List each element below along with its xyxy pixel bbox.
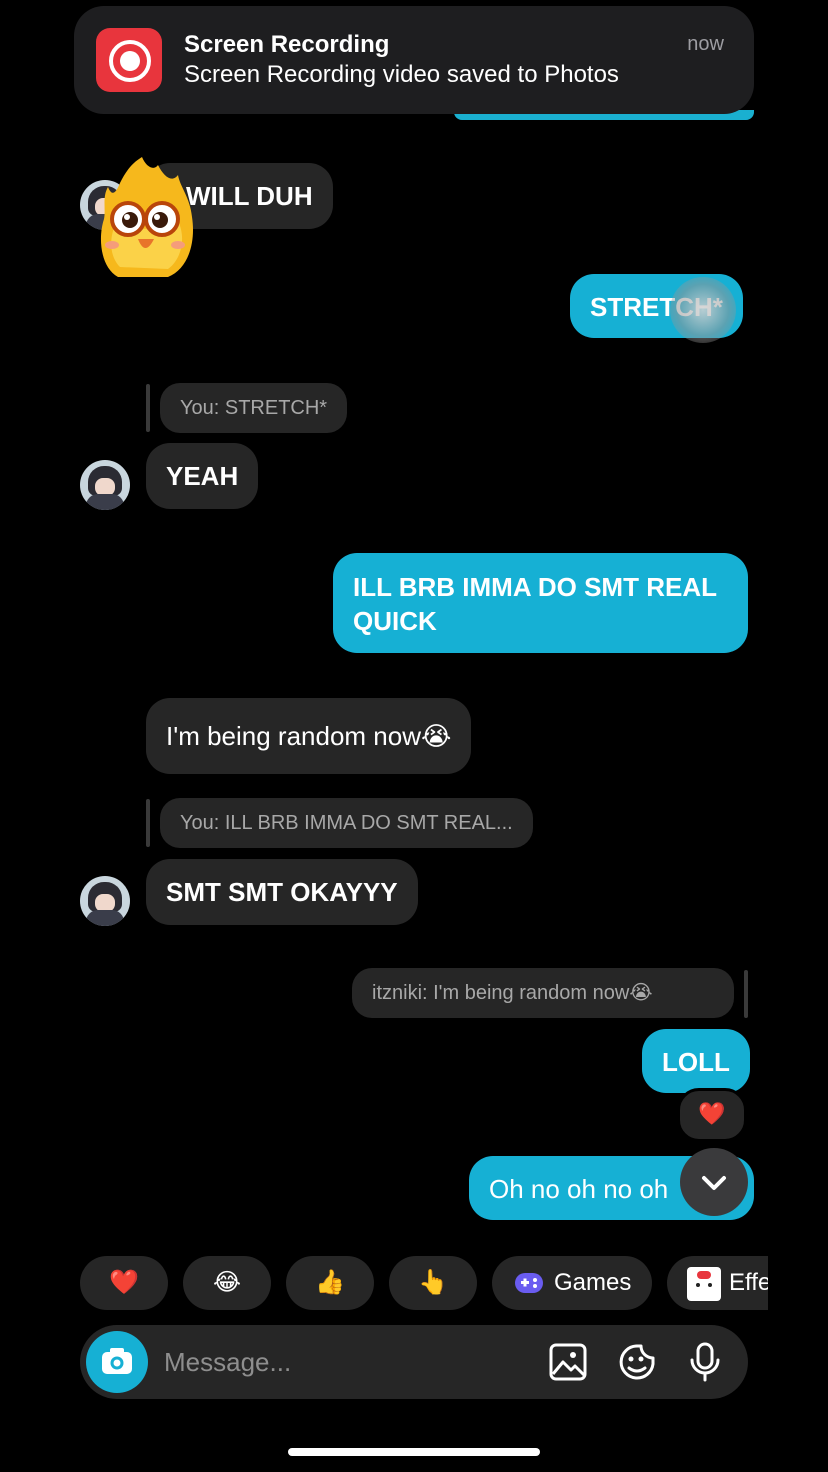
quick-reaction-thumbs-up[interactable]: 👍 xyxy=(286,1256,374,1310)
message-input[interactable]: Message... xyxy=(164,1325,291,1399)
notification-body: Screen Recording video saved to Photos xyxy=(184,61,619,88)
message-text: YEAH xyxy=(166,461,239,491)
heart-reaction[interactable]: ❤️ xyxy=(677,1088,747,1142)
message-placeholder: Message... xyxy=(164,1347,292,1377)
avatar[interactable] xyxy=(80,460,130,510)
message-text: LOLL xyxy=(662,1047,730,1077)
reply-bar xyxy=(744,970,748,1018)
reaction-emoji: ❤️ xyxy=(698,1101,726,1126)
home-indicator[interactable] xyxy=(288,1448,540,1456)
thumbs-up-emoji: 👍 xyxy=(315,1269,345,1296)
incoming-message[interactable]: SMT SMT OKAYYY xyxy=(146,859,418,925)
avatar[interactable] xyxy=(80,876,130,926)
reply-text: You: ILL BRB IMMA DO SMT REAL... xyxy=(180,812,513,834)
reply-preview[interactable]: You: STRETCH* xyxy=(160,383,348,433)
effects-label: Effe xyxy=(729,1269,768,1296)
reply-preview[interactable]: You: ILL BRB IMMA DO SMT REAL... xyxy=(160,798,533,848)
reply-text: itzniki: I'm being random now😭 xyxy=(372,982,653,1004)
incoming-message[interactable]: I'm being random now😭 xyxy=(146,698,472,774)
message-text: SMT SMT OKAYYY xyxy=(166,877,398,907)
reply-preview[interactable]: itzniki: I'm being random now😭 xyxy=(352,968,734,1018)
message-text: I'm being random now😭 xyxy=(166,721,452,751)
effects-icon xyxy=(687,1267,721,1301)
chat-screen: WILL DUH STRETCH* You: STRETCH* YEAH ILL… xyxy=(62,0,768,1472)
message-composer: Message... xyxy=(80,1325,748,1399)
games-label: Games xyxy=(554,1269,632,1296)
quick-reaction-laugh[interactable]: 😂 xyxy=(183,1256,271,1310)
scroll-to-bottom-button[interactable] xyxy=(680,1148,748,1216)
camera-icon xyxy=(102,1348,132,1374)
reply-bar xyxy=(146,384,150,432)
quick-reaction-heart[interactable]: ❤️ xyxy=(80,1256,168,1310)
message-text: ILL BRB IMMA DO SMT REAL QUICK xyxy=(353,572,717,636)
camera-button[interactable] xyxy=(86,1331,148,1393)
notification-time: now xyxy=(687,33,724,55)
point-up-emoji: 👆 xyxy=(418,1269,448,1296)
reply-bar xyxy=(146,799,150,847)
incoming-message[interactable]: YEAH xyxy=(146,443,259,509)
effects-button[interactable]: Effe xyxy=(667,1256,768,1310)
heart-emoji: ❤️ xyxy=(109,1269,139,1296)
microphone-icon[interactable] xyxy=(685,1342,725,1382)
quick-reaction-point-up[interactable]: 👆 xyxy=(389,1256,477,1310)
gallery-icon[interactable] xyxy=(548,1342,588,1382)
touch-indicator xyxy=(670,277,736,343)
screen-recording-notification[interactable]: Screen Recording Screen Recording video … xyxy=(74,6,754,114)
notification-title: Screen Recording xyxy=(184,31,390,58)
games-button[interactable]: Games xyxy=(492,1256,652,1310)
message-text: Oh no oh no oh xyxy=(489,1174,669,1204)
outgoing-message[interactable]: ILL BRB IMMA DO SMT REAL QUICK xyxy=(333,553,748,653)
fire-chick-sticker xyxy=(100,157,193,277)
laugh-emoji: 😂 xyxy=(212,1269,242,1296)
gamepad-icon xyxy=(515,1273,543,1293)
message-text: WILL DUH xyxy=(186,181,313,211)
reply-text: You: STRETCH* xyxy=(180,397,328,419)
chevron-down-icon xyxy=(702,1176,726,1190)
screen-recording-icon xyxy=(96,28,162,92)
outgoing-message[interactable]: LOLL xyxy=(642,1029,750,1093)
sticker-icon[interactable] xyxy=(617,1342,657,1382)
